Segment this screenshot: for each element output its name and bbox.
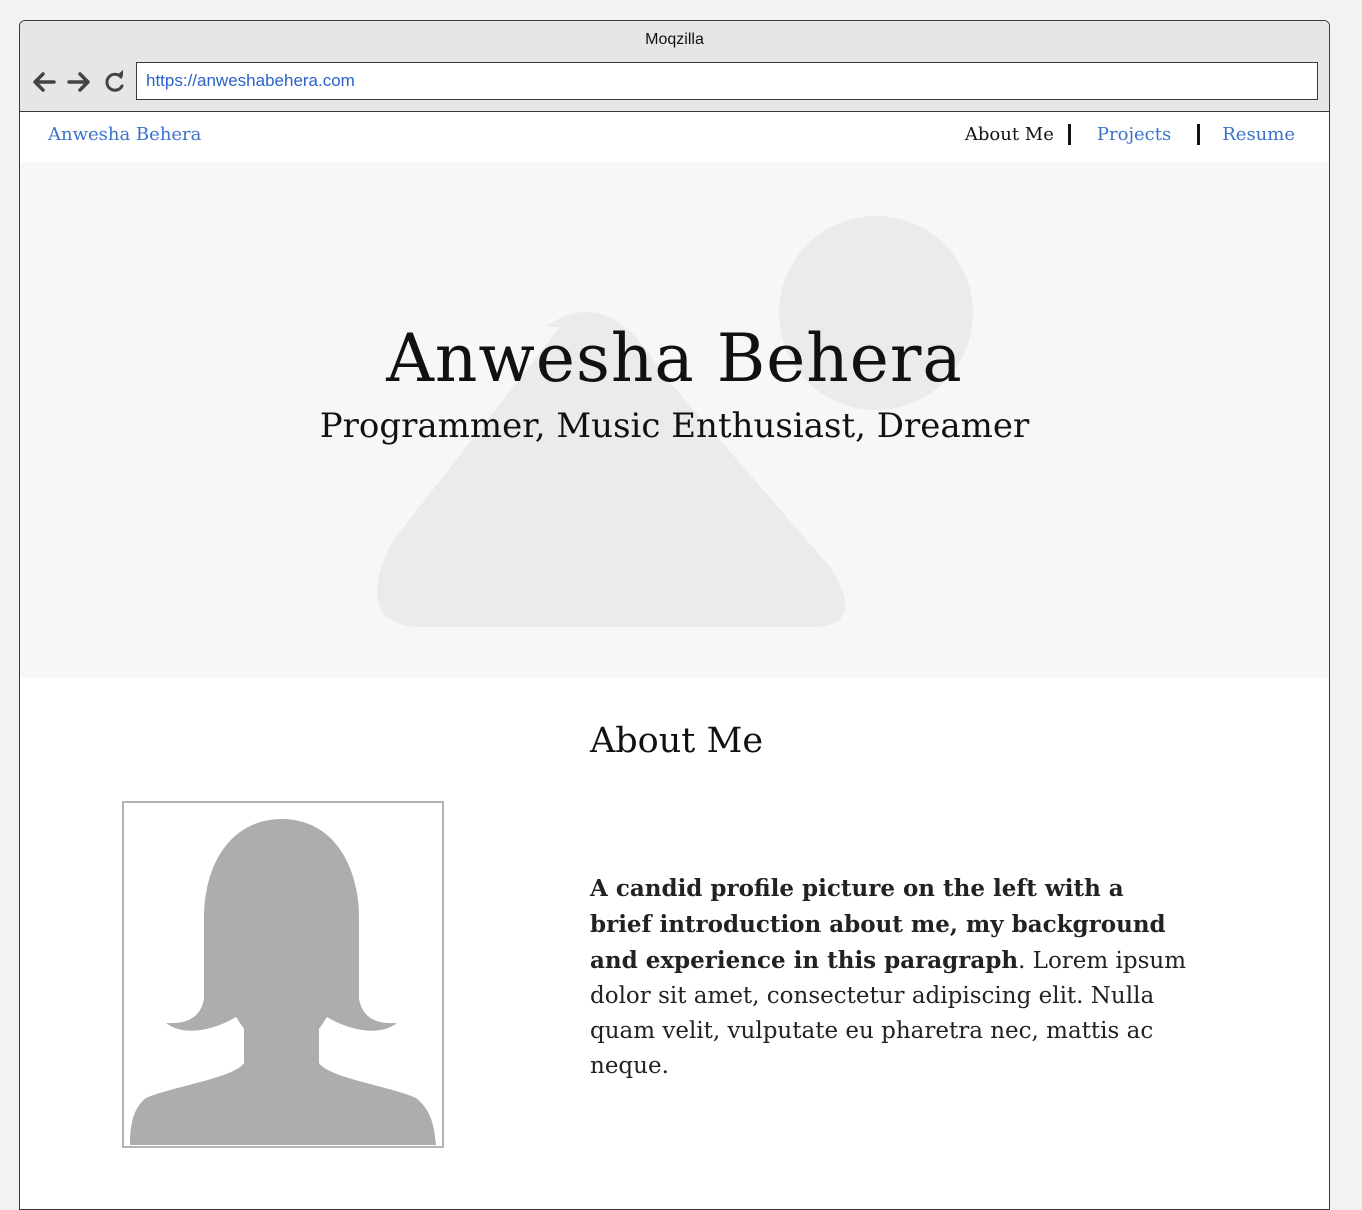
about-me-heading: About Me — [590, 721, 764, 761]
site-navbar: Anwesha Behera About Me Projects Resume — [20, 112, 1329, 161]
nav-link-projects[interactable]: Projects — [1097, 124, 1171, 145]
hero-name: Anwesha Behera — [386, 320, 963, 397]
site-brand-link[interactable]: Anwesha Behera — [48, 124, 201, 145]
hero-banner: Anwesha Behera Programmer, Music Enthusi… — [20, 162, 1329, 678]
nav-link-resume[interactable]: Resume — [1222, 124, 1295, 145]
forward-arrow-icon[interactable] — [65, 69, 93, 95]
window-title: Moqzilla — [645, 31, 704, 48]
browser-window: Moqzilla https://anweshabehera.com Anwes… — [19, 20, 1330, 1210]
address-bar[interactable]: https://anweshabehera.com — [136, 62, 1318, 100]
nav-separator — [1197, 124, 1201, 145]
hero-tagline: Programmer, Music Enthusiast, Dreamer — [319, 406, 1030, 446]
about-me-bio: A candid profile picture on the left wit… — [590, 871, 1190, 1084]
browser-chrome: Moqzilla https://anweshabehera.com — [20, 21, 1329, 112]
nav-separator — [1067, 124, 1071, 145]
reload-icon[interactable] — [101, 69, 129, 95]
profile-photo — [122, 801, 444, 1148]
back-arrow-icon[interactable] — [30, 69, 58, 95]
nav-links: About Me Projects Resume — [965, 124, 1295, 145]
female-avatar-placeholder-icon — [130, 819, 436, 1145]
nav-link-about-me[interactable]: About Me — [965, 124, 1054, 145]
